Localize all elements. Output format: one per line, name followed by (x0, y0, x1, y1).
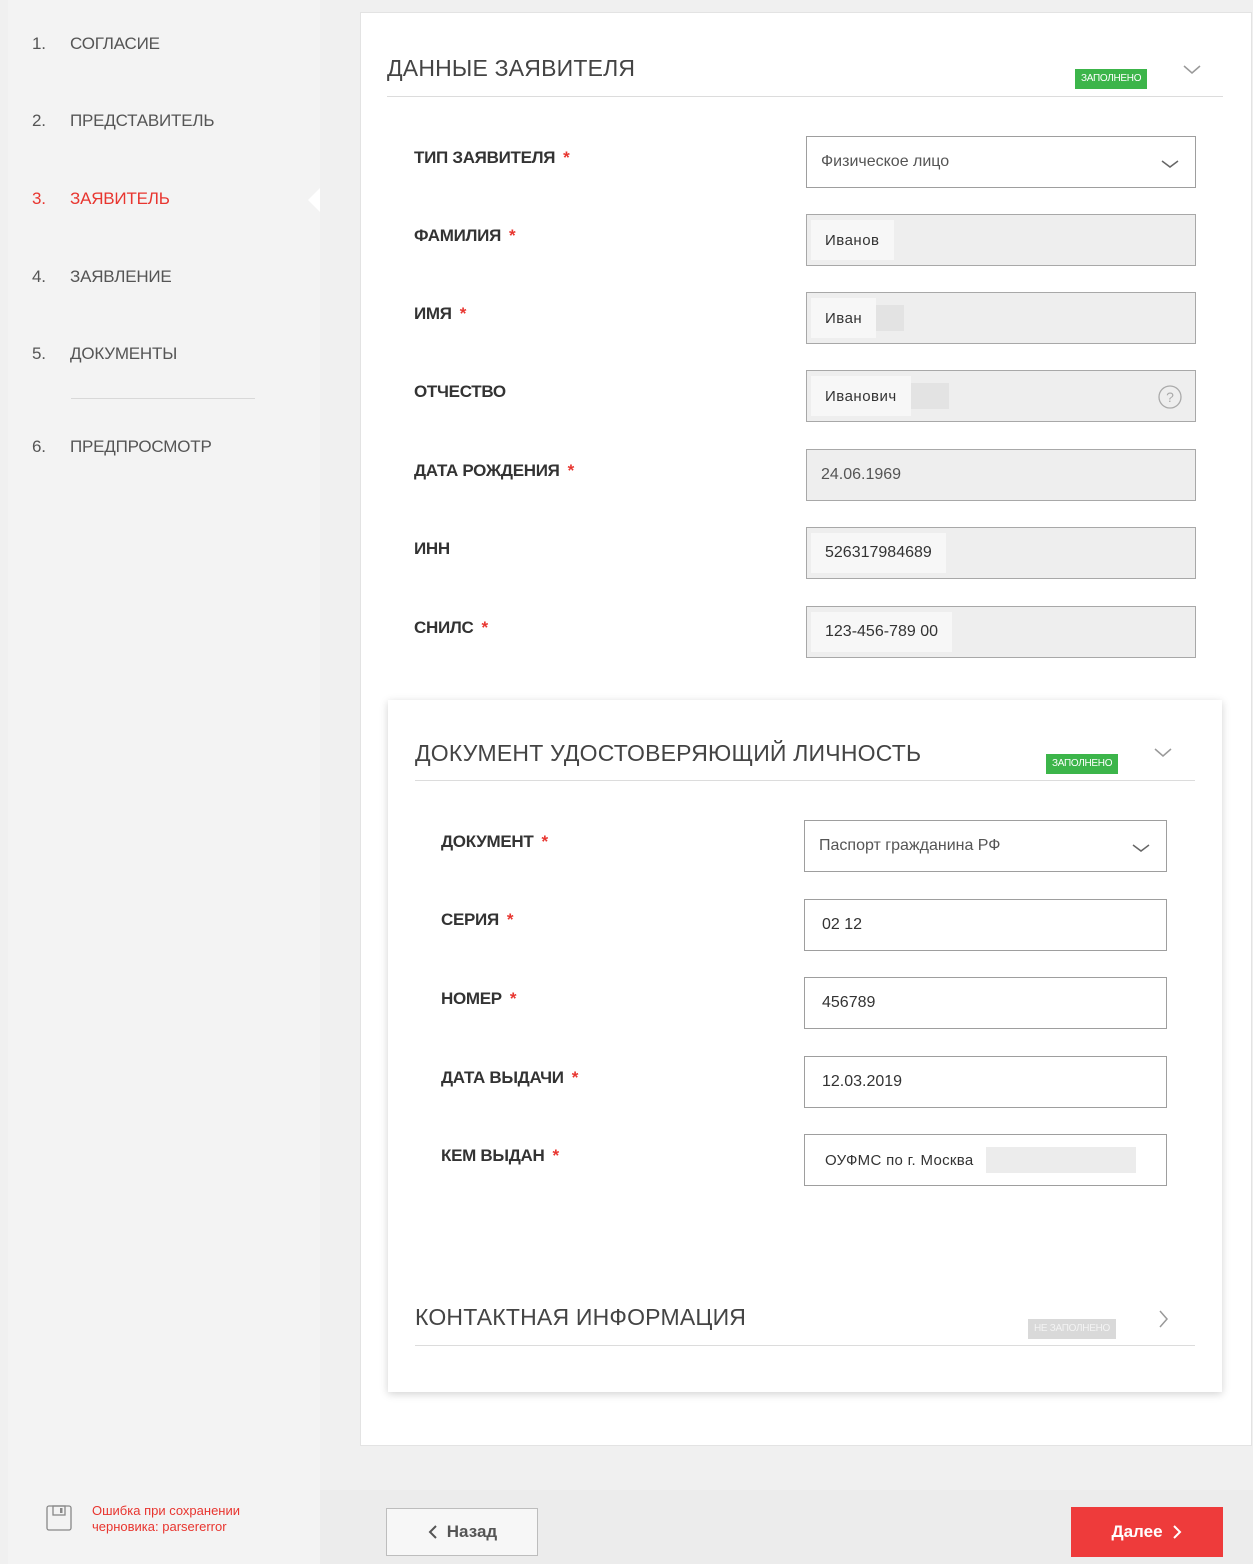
birthdate-label: ДАТА РОЖДЕНИЯ * (414, 461, 574, 480)
chevron-down-icon[interactable] (1181, 59, 1203, 81)
identity-doc-card: ДОКУМЕНТ УДОСТОВЕРЯЮЩИЙ ЛИЧНОСТЬ ЗАПОЛНЕ… (388, 700, 1222, 1392)
chevron-right-icon[interactable] (1152, 1308, 1174, 1330)
step-number: 2. (32, 111, 46, 130)
step-preview[interactable]: 6. ПРЕДПРОСМОТР (32, 435, 212, 459)
step-number: 1. (32, 34, 46, 53)
field-value: 02 12 (822, 916, 863, 933)
applicant-type-label: ТИП ЗАЯВИТЕЛЯ * (414, 148, 570, 167)
series-label: СЕРИЯ * (441, 910, 514, 929)
chevron-down-icon (1161, 160, 1179, 168)
name-field[interactable]: Иван (806, 292, 1196, 344)
redacted-area (985, 1147, 1136, 1173)
status-badge: НЕ ЗАПОЛНЕНО (1028, 1319, 1116, 1339)
field-value: 456789 (822, 994, 876, 1011)
field-value: Иван (811, 298, 877, 338)
status-badge: ЗАПОЛНЕНО (1046, 754, 1119, 774)
issued-by-input[interactable]: ОУФМС по г. Москва (804, 1134, 1167, 1186)
field-value: 24.06.1969 (821, 466, 902, 483)
chevron-down-icon (1132, 844, 1150, 852)
save-error-text: Ошибка при сохранении черновика: parsere… (92, 1503, 241, 1534)
next-button[interactable]: Далее (1071, 1507, 1223, 1557)
section-divider (387, 96, 1223, 97)
select-value: Паспорт гражданина РФ (819, 837, 1001, 854)
redacted-area (876, 305, 905, 331)
field-value: Иванович (811, 376, 911, 416)
step-label: ЗАЯВИТЕЛЬ (70, 189, 170, 208)
step-number: 6. (32, 437, 46, 456)
redacted-area (910, 383, 949, 409)
step-number: 3. (32, 189, 46, 208)
inn-field[interactable]: 526317984689 (806, 527, 1196, 579)
section-divider (415, 1345, 1195, 1346)
step-statement[interactable]: 4. ЗАЯВЛЕНИЕ (32, 265, 172, 289)
step-representative[interactable]: 2. ПРЕДСТАВИТЕЛЬ (32, 109, 214, 133)
document-label: ДОКУМЕНТ * (441, 832, 548, 851)
field-value: 12.03.2019 (822, 1073, 903, 1090)
step-divider (71, 398, 255, 399)
patronymic-field[interactable]: Иванович ? (806, 370, 1196, 422)
step-consent[interactable]: 1. СОГЛАСИЕ (32, 32, 160, 56)
sidebar: 1. СОГЛАСИЕ 2. ПРЕДСТАВИТЕЛЬ 3. ЗАЯВИТЕЛ… (8, 0, 328, 1564)
applicant-section-header[interactable]: ДАННЫЕ ЗАЯВИТЕЛЯ (387, 55, 635, 82)
main-content: ДАННЫЕ ЗАЯВИТЕЛЯ ЗАПОЛНЕНО ТИП ЗАЯВИТЕЛЯ… (320, 0, 1253, 1490)
section-title: ДАННЫЕ ЗАЯВИТЕЛЯ (387, 55, 636, 81)
applicant-type-select[interactable]: Физическое лицо (806, 136, 1196, 188)
field-value: 123-456-789 00 (811, 612, 952, 652)
number-label: НОМЕР * (441, 989, 517, 1008)
birthdate-field[interactable]: 24.06.1969 (806, 449, 1196, 501)
section-divider (415, 780, 1195, 781)
step-documents[interactable]: 5. ДОКУМЕНТЫ (32, 342, 177, 366)
inn-label: ИНН (414, 539, 450, 558)
status-badge: ЗАПОЛНЕНО (1075, 69, 1148, 89)
step-label: ПРЕДПРОСМОТР (70, 437, 212, 456)
field-value: ОУФМС по г. Москва (813, 1140, 986, 1180)
snils-label: СНИЛС * (414, 618, 488, 637)
snils-field[interactable]: 123-456-789 00 (806, 606, 1196, 658)
chevron-left-icon (428, 1525, 437, 1539)
help-icon[interactable]: ? (1157, 384, 1183, 410)
patronymic-label: ОТЧЕСТВО (414, 382, 506, 401)
step-number: 4. (32, 267, 46, 286)
step-label: ЗАЯВЛЕНИЕ (70, 267, 172, 286)
step-applicant[interactable]: 3. ЗАЯВИТЕЛЬ (32, 187, 170, 211)
step-label: СОГЛАСИЕ (70, 34, 160, 53)
document-select[interactable]: Паспорт гражданина РФ (804, 820, 1167, 872)
issued-by-label: КЕМ ВЫДАН * (441, 1146, 559, 1165)
select-value: Физическое лицо (821, 153, 950, 170)
section-title: КОНТАКТНАЯ ИНФОРМАЦИЯ (415, 1304, 747, 1330)
chevron-right-icon (1172, 1525, 1181, 1539)
step-label: ДОКУМЕНТЫ (70, 344, 178, 363)
step-number: 5. (32, 344, 46, 363)
surname-field[interactable]: Иванов (806, 214, 1196, 266)
back-button[interactable]: Назад (386, 1508, 538, 1556)
footer-bar: Назад Далее (320, 1490, 1253, 1564)
field-value: Иванов (811, 220, 894, 260)
series-input[interactable]: 02 12 (804, 899, 1167, 951)
contact-section-header[interactable]: КОНТАКТНАЯ ИНФОРМАЦИЯ (415, 1304, 746, 1331)
number-input[interactable]: 456789 (804, 977, 1167, 1029)
name-label: ИМЯ * (414, 304, 467, 323)
section-title: ДОКУМЕНТ УДОСТОВЕРЯЮЩИЙ ЛИЧНОСТЬ (415, 740, 922, 766)
save-error: Ошибка при сохранении черновика: parsere… (44, 1503, 282, 1535)
svg-text:?: ? (1166, 389, 1174, 405)
next-button-label: Далее (1111, 1522, 1163, 1541)
issue-date-input[interactable]: 12.03.2019 (804, 1056, 1167, 1108)
step-label: ПРЕДСТАВИТЕЛЬ (70, 111, 215, 130)
identity-doc-section-header[interactable]: ДОКУМЕНТ УДОСТОВЕРЯЮЩИЙ ЛИЧНОСТЬ (415, 740, 921, 767)
issue-date-label: ДАТА ВЫДАЧИ * (441, 1068, 579, 1087)
surname-label: ФАМИЛИЯ * (414, 226, 516, 245)
chevron-down-icon[interactable] (1152, 742, 1174, 764)
page: 1. СОГЛАСИЕ 2. ПРЕДСТАВИТЕЛЬ 3. ЗАЯВИТЕЛ… (0, 0, 1253, 1564)
field-value: 526317984689 (811, 533, 946, 573)
floppy-disk-icon (46, 1505, 72, 1531)
back-button-label: Назад (446, 1522, 498, 1541)
